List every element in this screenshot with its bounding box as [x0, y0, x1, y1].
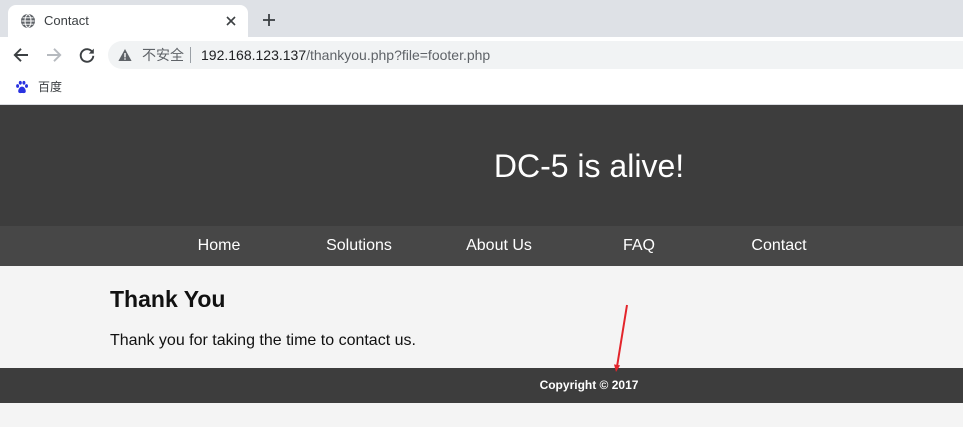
site-nav: Home Solutions About Us FAQ Contact — [0, 226, 963, 266]
nav-link-home[interactable]: Home — [149, 226, 289, 266]
plus-icon[interactable] — [261, 12, 277, 28]
site-title: DC-5 is alive! — [493, 148, 685, 184]
footer-copyright: Copyright © 2017 — [539, 378, 639, 392]
tab-strip: Contact — [0, 0, 963, 37]
page-heading: Thank You — [110, 286, 226, 312]
url-host: 192.168.123.137 — [201, 47, 307, 63]
url-path: /thankyou.php?file=footer.php — [306, 47, 491, 63]
back-arrow-icon[interactable] — [11, 45, 31, 65]
reload-icon[interactable] — [77, 45, 97, 65]
baidu-paw-icon — [16, 80, 28, 94]
security-status-label[interactable]: 不安全 — [142, 41, 184, 69]
nav-items: Home Solutions About Us FAQ Contact — [149, 226, 849, 266]
bookmarks-bar: 百度 — [0, 72, 963, 105]
bookmark-baidu[interactable]: 百度 — [13, 77, 73, 99]
address-divider — [190, 47, 191, 63]
nav-link-faq[interactable]: FAQ — [569, 226, 709, 266]
tab-title: Contact — [44, 13, 89, 28]
address-bar[interactable]: 不安全 192.168.123.137/thankyou.php?file=fo… — [108, 41, 963, 69]
site-footer: Copyright © 2017 — [0, 368, 963, 403]
site-header: DC-5 is alive! — [0, 105, 963, 226]
bookmark-label: 百度 — [38, 80, 63, 94]
nav-link-contact[interactable]: Contact — [709, 226, 849, 266]
nav-link-solutions[interactable]: Solutions — [289, 226, 429, 266]
main-content: Thank You Thank you for taking the time … — [0, 266, 963, 368]
nav-link-about-us[interactable]: About Us — [429, 226, 569, 266]
url-text[interactable]: 192.168.123.137/thankyou.php?file=footer… — [201, 41, 490, 69]
forward-arrow-icon[interactable] — [44, 45, 64, 65]
warning-triangle-icon[interactable] — [118, 48, 132, 62]
globe-icon — [21, 14, 35, 28]
thank-you-message: Thank you for taking the time to contact… — [110, 332, 416, 349]
browser-toolbar: 不安全 192.168.123.137/thankyou.php?file=fo… — [0, 37, 963, 72]
browser-tab-contact[interactable]: Contact — [8, 5, 248, 37]
close-icon[interactable] — [223, 13, 239, 29]
